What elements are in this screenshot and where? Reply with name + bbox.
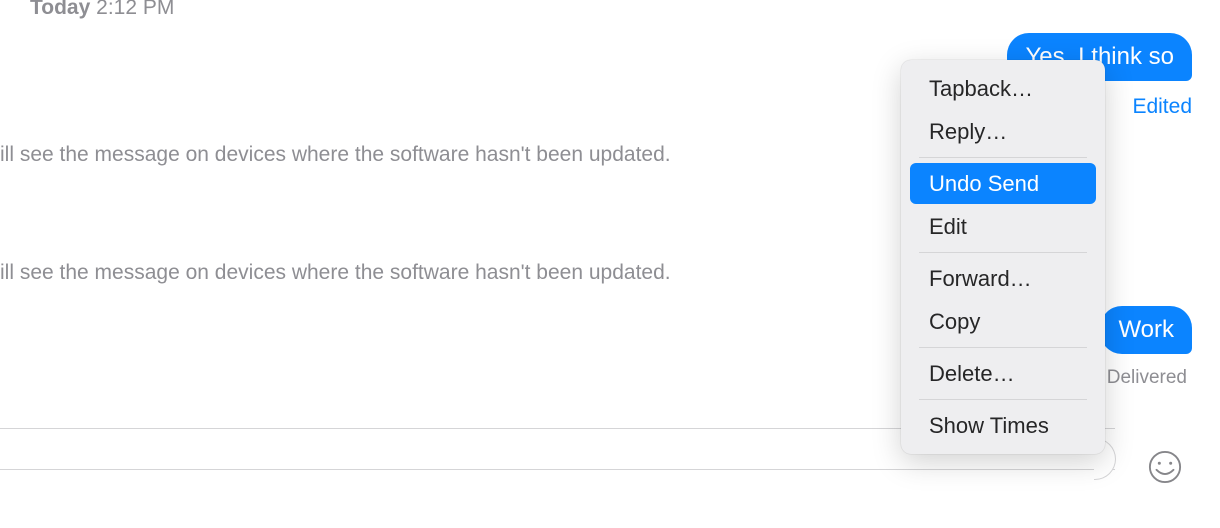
menu-item-forward[interactable]: Forward… [911, 258, 1095, 299]
menu-separator [919, 157, 1087, 158]
system-message: ill see the message on devices where the… [0, 261, 671, 285]
timestamp-time: 2:12 PM [96, 0, 174, 19]
message-text: Work [1118, 316, 1174, 343]
menu-item-reply[interactable]: Reply… [911, 111, 1095, 152]
menu-item-copy[interactable]: Copy [911, 301, 1095, 342]
sent-message-bubble[interactable]: Work [1100, 306, 1192, 354]
emoji-picker-button[interactable] [1147, 451, 1183, 487]
system-message: ill see the message on devices where the… [0, 143, 671, 167]
smiley-icon [1148, 450, 1182, 489]
conversation-timestamp: Today 2:12 PM [30, 0, 174, 20]
message-status-edited[interactable]: Edited [1132, 95, 1192, 119]
menu-separator [919, 347, 1087, 348]
timestamp-day: Today [30, 0, 90, 19]
menu-item-tapback[interactable]: Tapback… [911, 68, 1095, 109]
menu-item-edit[interactable]: Edit [911, 206, 1095, 247]
menu-separator [919, 399, 1087, 400]
menu-separator [919, 252, 1087, 253]
menu-item-show-times[interactable]: Show Times [911, 405, 1095, 446]
menu-item-undo-send[interactable]: Undo Send [910, 163, 1096, 204]
menu-item-delete[interactable]: Delete… [911, 353, 1095, 394]
message-context-menu: Tapback…Reply… Undo SendEdit Forward…Copy D… [901, 60, 1105, 454]
message-status-delivered: Delivered [1107, 367, 1187, 389]
